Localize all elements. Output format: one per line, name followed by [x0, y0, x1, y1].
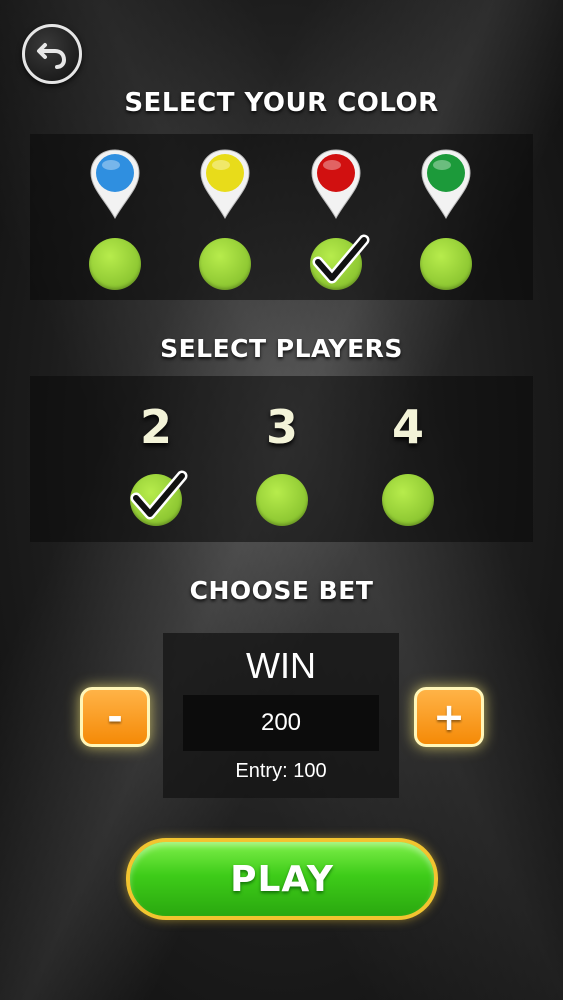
player-count-4[interactable]: 4: [378, 400, 438, 454]
play-label: PLAY: [230, 858, 334, 900]
color-radio-green[interactable]: [420, 238, 472, 290]
blue-pin-icon[interactable]: [89, 148, 141, 220]
select-color-heading: SELECT YOUR COLOR: [124, 88, 439, 118]
player-count-3[interactable]: 3: [252, 400, 312, 454]
player-count-2[interactable]: 2: [126, 400, 186, 454]
players-radio-3[interactable]: [256, 474, 308, 526]
players-radio-4[interactable]: [382, 474, 434, 526]
play-button[interactable]: PLAY: [126, 838, 438, 920]
win-value-box: 200: [183, 695, 379, 751]
win-value: 200: [260, 709, 302, 736]
yellow-pin-icon[interactable]: [199, 148, 251, 220]
green-pin-icon[interactable]: [420, 148, 472, 220]
entry-fee: Entry: 100: [235, 760, 327, 782]
choose-bet-heading: CHOOSE BET: [189, 576, 374, 605]
red-pin-icon[interactable]: [310, 148, 362, 220]
color-radio-red[interactable]: [310, 238, 362, 290]
select-players-heading: SELECT PLAYERS: [160, 334, 403, 363]
plus-icon: +: [433, 695, 465, 739]
increase-bet-button[interactable]: +: [414, 687, 484, 747]
minus-icon: -: [107, 695, 123, 739]
bet-box: WIN 200 Entry: 100: [163, 633, 399, 798]
back-button[interactable]: [22, 24, 82, 84]
players-radio-2[interactable]: [130, 474, 182, 526]
color-radio-yellow[interactable]: [199, 238, 251, 290]
undo-arrow-icon: [37, 43, 67, 69]
decrease-bet-button[interactable]: -: [80, 687, 150, 747]
color-radio-blue[interactable]: [89, 238, 141, 290]
win-label: WIN: [246, 645, 316, 686]
